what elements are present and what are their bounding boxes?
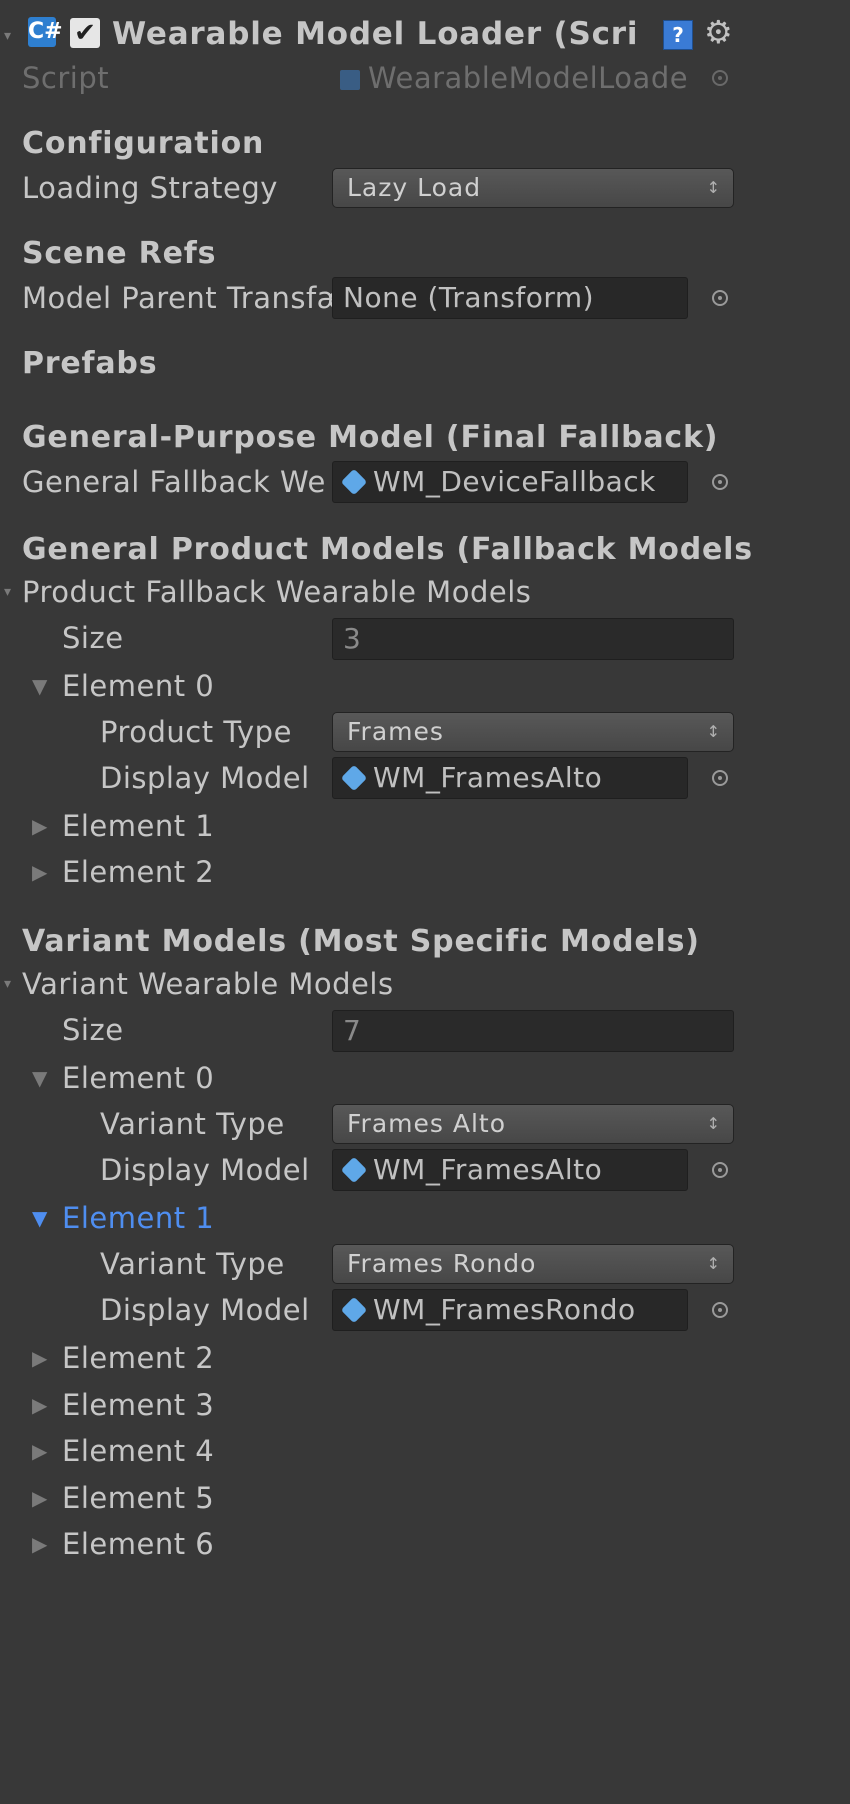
csharp-script-icon: C#: [28, 17, 63, 47]
variant-type-dropdown[interactable]: Frames Alto ↕: [332, 1104, 734, 1144]
variant-element-5-label[interactable]: Element 5: [62, 1476, 214, 1520]
variant-display-model-picker-icon[interactable]: [712, 1302, 728, 1318]
variant-display-model-value: WM_FramesAlto: [373, 1153, 603, 1186]
loading-strategy-label: Loading Strategy: [22, 171, 278, 205]
general-fallback-picker-icon[interactable]: [712, 474, 728, 490]
product-element-0-expand-icon[interactable]: ▼: [32, 664, 47, 708]
variant-element-6-expand-icon[interactable]: ▶: [32, 1522, 47, 1566]
variant-display-model-picker-icon[interactable]: [712, 1162, 728, 1178]
loading-strategy-value: Lazy Load: [347, 173, 482, 202]
product-models-heading: General Product Models (Fallback Models: [22, 532, 753, 567]
product-size-label: Size: [62, 621, 124, 655]
product-display-model-value: WM_FramesAlto: [373, 761, 603, 794]
variant-element-2-label[interactable]: Element 2: [62, 1336, 214, 1380]
variant-size-label: Size: [62, 1013, 124, 1047]
variant-type-label: Variant Type: [100, 1247, 285, 1281]
variant-element-0-label[interactable]: Element 0: [62, 1056, 214, 1100]
variant-element-4-expand-icon[interactable]: ▶: [32, 1429, 47, 1473]
variant-size-value: 7: [343, 1014, 362, 1047]
variant-models-heading: Variant Models (Most Specific Models): [22, 924, 700, 959]
configuration-heading: Configuration: [22, 126, 265, 161]
gear-icon[interactable]: ⚙: [704, 12, 733, 52]
variant-type-dropdown[interactable]: Frames Rondo ↕: [332, 1244, 734, 1284]
product-type-dropdown[interactable]: Frames ↕: [332, 712, 734, 752]
variant-list-label[interactable]: Variant Wearable Models: [22, 962, 394, 1006]
scene-refs-heading: Scene Refs: [22, 236, 217, 271]
variant-display-model-field[interactable]: WM_FramesAlto: [332, 1149, 688, 1191]
product-display-model-label: Display Model: [100, 761, 310, 795]
variant-type-value: Frames Alto: [347, 1109, 507, 1138]
prefabs-heading: Prefabs: [22, 346, 158, 381]
product-type-label: Product Type: [100, 715, 292, 749]
model-parent-label: Model Parent Transfæ: [22, 281, 346, 315]
product-element-2-label[interactable]: Element 2: [62, 850, 214, 894]
script-label: Script: [22, 61, 110, 95]
dropdown-arrows-icon: ↕: [706, 1114, 721, 1133]
product-element-0-label[interactable]: Element 0: [62, 664, 214, 708]
variant-display-model-label: Display Model: [100, 1293, 310, 1327]
general-fallback-label: General Fallback We: [22, 465, 326, 499]
variant-display-model-value: WM_FramesRondo: [373, 1293, 636, 1326]
component-enabled-checkbox[interactable]: ✔: [70, 18, 100, 48]
script-file-icon: [340, 70, 360, 90]
product-element-2-expand-icon[interactable]: ▶: [32, 850, 47, 894]
component-title: Wearable Model Loader (Scri: [112, 16, 639, 52]
variant-size-field[interactable]: 7: [332, 1010, 734, 1052]
model-parent-picker-icon[interactable]: [712, 290, 728, 306]
script-object-picker-icon: [712, 70, 728, 86]
variant-element-1-expand-icon[interactable]: ▼: [32, 1196, 47, 1240]
product-type-value: Frames: [347, 717, 444, 746]
dropdown-arrows-icon: ↕: [706, 722, 721, 741]
variant-display-model-field[interactable]: WM_FramesRondo: [332, 1289, 688, 1331]
dropdown-arrows-icon: ↕: [706, 1254, 721, 1273]
variant-element-0-expand-icon[interactable]: ▼: [32, 1056, 47, 1100]
prefab-cube-icon: [340, 1156, 368, 1184]
product-list-foldout-icon[interactable]: ▾: [4, 570, 11, 614]
general-fallback-field[interactable]: WM_DeviceFallback: [332, 461, 688, 503]
model-parent-field[interactable]: None (Transform): [332, 277, 688, 319]
variant-element-4-label[interactable]: Element 4: [62, 1429, 214, 1473]
product-list-label[interactable]: Product Fallback Wearable Models: [22, 570, 531, 614]
product-element-1-label[interactable]: Element 1: [62, 804, 214, 848]
script-field: WearableModelLoade: [340, 56, 688, 100]
variant-type-value: Frames Rondo: [347, 1249, 537, 1278]
variant-element-3-label[interactable]: Element 3: [62, 1383, 214, 1427]
prefab-cube-icon: [340, 1296, 368, 1324]
variant-display-model-label: Display Model: [100, 1153, 310, 1187]
script-field-value: WearableModelLoade: [368, 61, 689, 95]
loading-strategy-dropdown[interactable]: Lazy Load ↕: [332, 168, 734, 208]
prefab-cube-icon: [340, 764, 368, 792]
help-book-icon[interactable]: ?: [663, 20, 693, 50]
model-parent-value: None (Transform): [343, 281, 595, 314]
variant-list-foldout-icon[interactable]: ▾: [4, 962, 11, 1006]
component-foldout-icon[interactable]: ▾: [4, 14, 11, 58]
product-display-model-picker-icon[interactable]: [712, 770, 728, 786]
product-size-field[interactable]: 3: [332, 618, 734, 660]
product-display-model-field[interactable]: WM_FramesAlto: [332, 757, 688, 799]
general-purpose-heading: General-Purpose Model (Final Fallback): [22, 420, 719, 455]
variant-element-3-expand-icon[interactable]: ▶: [32, 1383, 47, 1427]
variant-type-label: Variant Type: [100, 1107, 285, 1141]
variant-element-1-label[interactable]: Element 1: [62, 1196, 214, 1240]
variant-element-2-expand-icon[interactable]: ▶: [32, 1336, 47, 1380]
inspector-panel: ▾ C# ✔ Wearable Model Loader (Scri ? ⚙ S…: [0, 0, 850, 1804]
general-fallback-value: WM_DeviceFallback: [373, 465, 656, 498]
variant-element-5-expand-icon[interactable]: ▶: [32, 1476, 47, 1520]
prefab-cube-icon: [340, 468, 368, 496]
product-element-1-expand-icon[interactable]: ▶: [32, 804, 47, 848]
dropdown-arrows-icon: ↕: [706, 178, 721, 197]
variant-element-6-label[interactable]: Element 6: [62, 1522, 214, 1566]
product-size-value: 3: [343, 622, 362, 655]
